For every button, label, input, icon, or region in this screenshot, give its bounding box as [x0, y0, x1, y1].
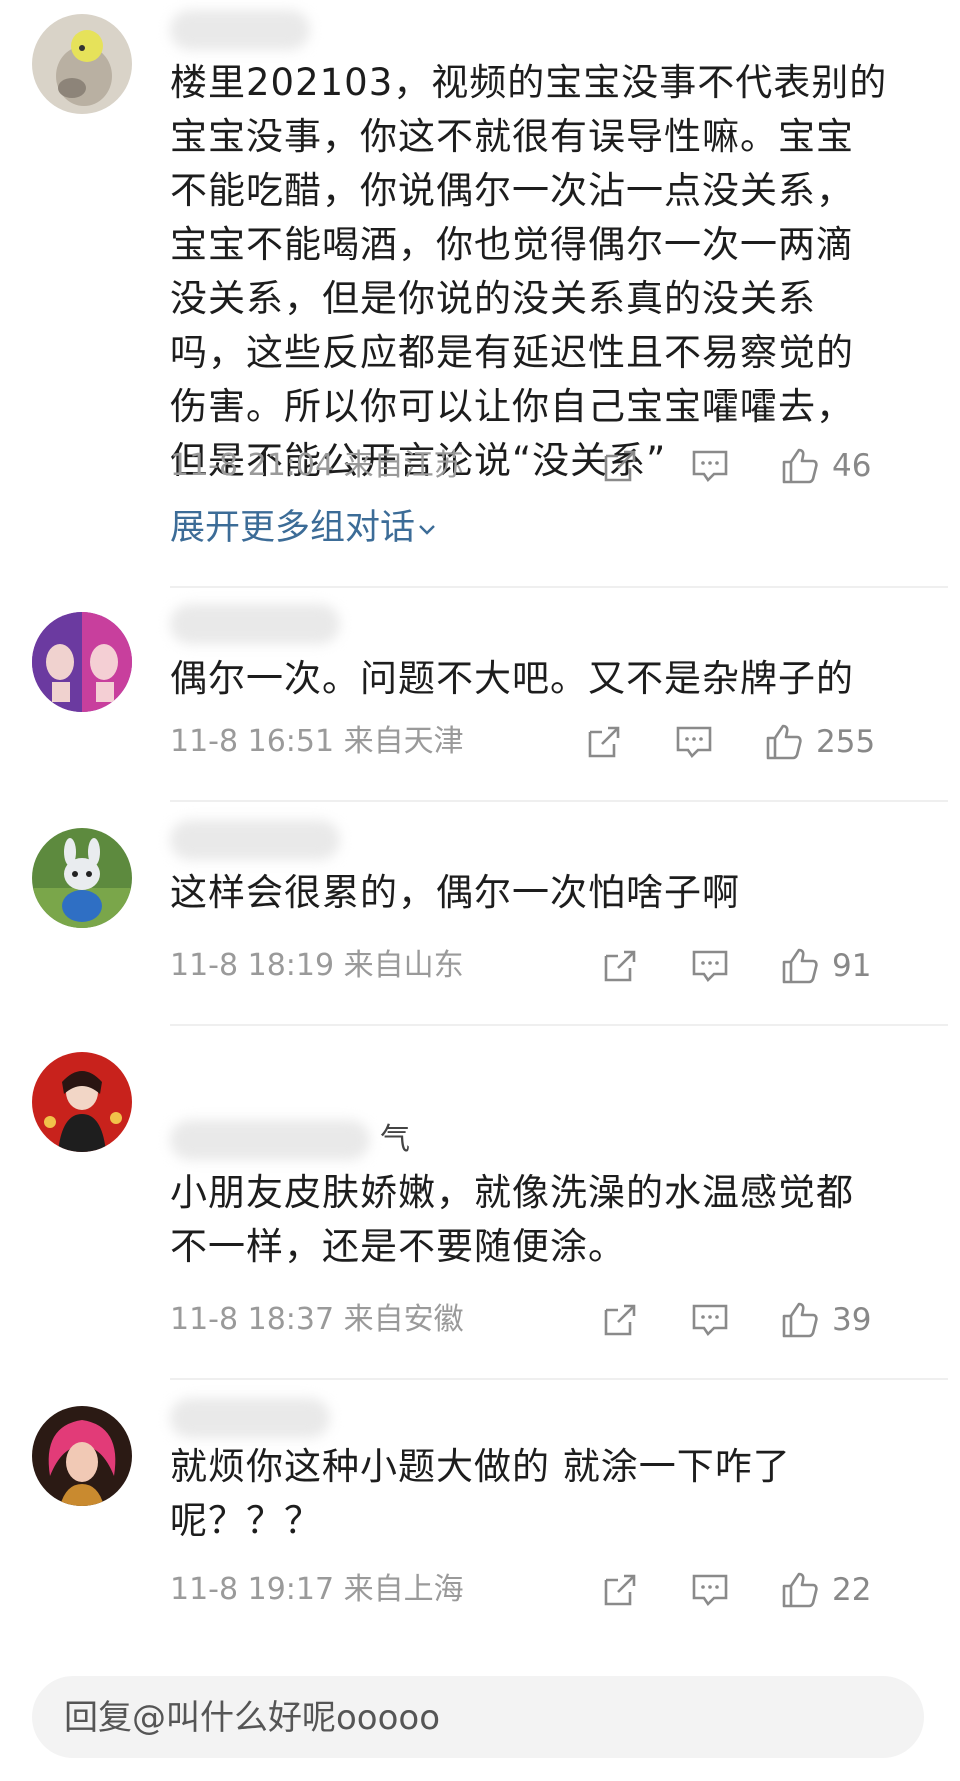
comment-text: 偶尔一次。问题不大吧。又不是杂牌子的 — [170, 657, 854, 700]
divider — [170, 1378, 948, 1380]
comment-time: 11-8 18:37 — [170, 1302, 335, 1337]
comment-text: 楼里202103，视频的宝宝没事不代表别的 宝宝没事，你这不就很有误导性嘛。宝宝… — [170, 61, 888, 482]
like-count: 39 — [832, 1302, 872, 1338]
comment-thread: 楼里202103，视频的宝宝没事不代表别的 宝宝没事，你这不就很有误导性嘛。宝宝… — [0, 0, 960, 1781]
comment-meta: 11-8 21:04 来自江苏 — [170, 446, 464, 486]
comment-time: 11-8 16:51 — [170, 724, 335, 759]
comment-icon[interactable] — [690, 1570, 730, 1610]
reply-placeholder: 回复@叫什么好呢ooooo — [64, 1698, 441, 1738]
avatar[interactable] — [32, 14, 132, 114]
expand-label: 展开更多组对话 — [170, 508, 416, 548]
comment-meta: 11-8 16:51 来自天津 — [170, 722, 464, 762]
avatar[interactable] — [32, 612, 132, 712]
divider — [170, 800, 948, 802]
comment-time: 11-8 18:19 — [170, 948, 335, 983]
like-icon[interactable] — [780, 946, 820, 986]
like-count: 46 — [832, 448, 872, 484]
comment-time: 11-8 19:17 — [170, 1572, 335, 1607]
comment-location: 来自天津 — [343, 724, 464, 759]
expand-replies-link[interactable]: 展开更多组对话 — [170, 506, 439, 550]
comment-actions: 39 — [600, 1298, 930, 1342]
comment-location: 来自上海 — [343, 1572, 464, 1607]
comment-meta: 11-8 18:19 来自山东 — [170, 946, 464, 986]
comment-text: 这样会很累的，偶尔一次怕啥子啊 — [170, 871, 740, 914]
share-icon[interactable] — [584, 722, 624, 762]
username-blurred[interactable] — [170, 10, 310, 50]
comment-actions: 46 — [600, 444, 930, 488]
like-count: 255 — [816, 724, 876, 760]
comment-text: 小朋友皮肤娇嫩，就像洗澡的水温感觉都 不一样，还是不要随便涂。 — [170, 1171, 854, 1268]
like-icon[interactable] — [764, 722, 804, 762]
comment-meta: 11-8 18:37 来自安徽 — [170, 1300, 464, 1340]
divider — [170, 586, 948, 588]
share-icon[interactable] — [600, 1300, 640, 1340]
avatar[interactable] — [32, 1406, 132, 1506]
comment-icon[interactable] — [690, 1300, 730, 1340]
comment-actions: 22 — [600, 1568, 930, 1612]
username-partial[interactable]: 气 — [380, 1120, 410, 1160]
comment-location: 来自江苏 — [343, 448, 464, 483]
username-blurred[interactable] — [170, 1120, 370, 1160]
comment-time: 11-8 21:04 — [170, 448, 335, 483]
comment-icon[interactable] — [690, 946, 730, 986]
comment-text: 就烦你这种小题大做的 就涂一下咋了 呢？？？ — [170, 1445, 791, 1542]
like-icon[interactable] — [780, 1300, 820, 1340]
comment-actions: 255 — [584, 720, 930, 764]
comment-icon[interactable] — [690, 446, 730, 486]
like-icon[interactable] — [780, 1570, 820, 1610]
like-count: 22 — [832, 1572, 872, 1608]
share-icon[interactable] — [600, 1570, 640, 1610]
chevron-down-icon — [419, 525, 435, 535]
like-icon[interactable] — [780, 446, 820, 486]
share-icon[interactable] — [600, 946, 640, 986]
username-blurred[interactable] — [170, 820, 340, 860]
reply-input[interactable]: 回复@叫什么好呢ooooo — [32, 1676, 924, 1758]
comment-meta: 11-8 19:17 来自上海 — [170, 1570, 464, 1610]
comment-location: 来自安徽 — [343, 1302, 464, 1337]
comment-actions: 91 — [600, 944, 930, 988]
like-count: 91 — [832, 948, 872, 984]
share-icon[interactable] — [600, 446, 640, 486]
divider — [170, 1024, 948, 1026]
avatar[interactable] — [32, 1052, 132, 1152]
comment-location: 来自山东 — [343, 948, 464, 983]
comment-icon[interactable] — [674, 722, 714, 762]
avatar[interactable] — [32, 828, 132, 928]
username-blurred[interactable] — [170, 1398, 330, 1438]
username-blurred[interactable] — [170, 604, 340, 644]
